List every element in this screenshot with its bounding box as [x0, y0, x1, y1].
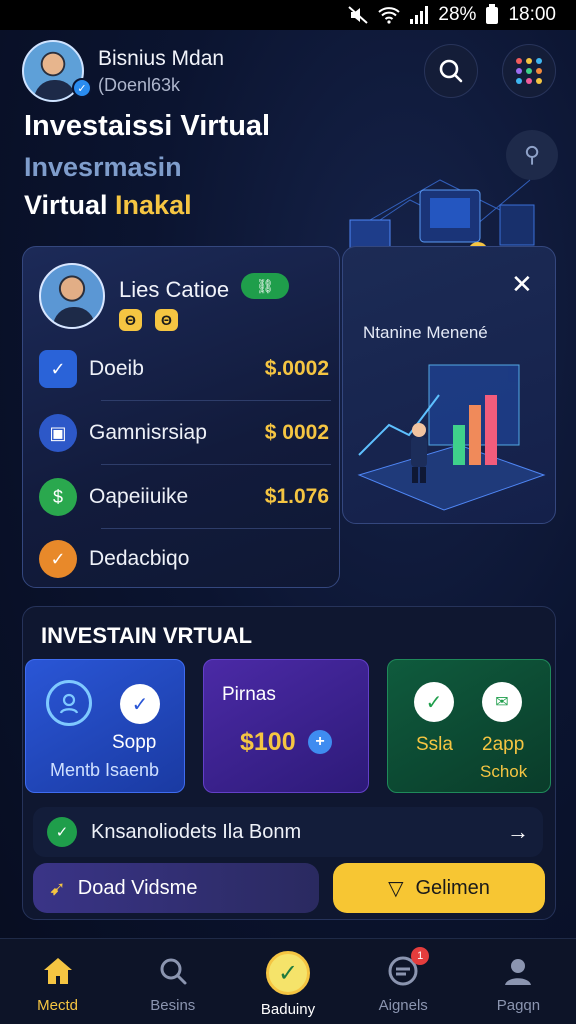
check-icon: ✓ — [47, 817, 77, 847]
divider — [101, 464, 331, 465]
mute-icon — [348, 6, 369, 24]
tile-support[interactable]: ✓ Sopp Mentb Isaenb — [25, 659, 185, 793]
stat-row[interactable]: ✓ Dedacbiqo — [39, 539, 329, 579]
profile-header[interactable]: ✓ Bisnius Mdan (Doenl63k — [22, 40, 224, 102]
section-title: INVESTAIN VRTUAL — [41, 623, 253, 648]
level-chip: Θ — [155, 309, 178, 331]
arrow-right-icon: → — [507, 819, 529, 844]
page-subtitle: Invesrmasin — [24, 152, 182, 182]
notification-badge: 1 — [411, 947, 430, 965]
rocket-icon: ➹ — [49, 877, 66, 900]
money-icon: $ — [39, 478, 77, 516]
avatar[interactable] — [39, 263, 105, 329]
illustration-title: Ntanine Menené — [363, 323, 488, 342]
close-icon[interactable]: ✕ — [511, 269, 533, 300]
stats-card-name: Lies Catioe — [119, 277, 230, 302]
divider — [101, 528, 331, 529]
nav-profile[interactable]: Pagqn — [461, 939, 576, 1024]
check-circle-icon: ✓ — [414, 682, 454, 722]
nav-home[interactable]: Mectd — [0, 939, 115, 1024]
mail-icon: ✉ — [482, 682, 522, 722]
home-icon — [38, 951, 78, 991]
status-bar: 28% 18:00 — [0, 0, 576, 30]
link-badge-icon: ⛓ — [241, 273, 289, 299]
divider — [101, 400, 331, 401]
search-icon — [153, 951, 193, 991]
check-circle-icon: ✓ — [266, 951, 310, 995]
apps-menu-button[interactable] — [502, 44, 556, 98]
tile-schedule[interactable]: ✓ ✉ Ssla 2app Schok — [387, 659, 551, 793]
nav-search[interactable]: Besins — [115, 939, 230, 1024]
nav-center[interactable]: ✓ Baduiny — [230, 939, 345, 1024]
shield-icon: ✓ — [39, 540, 77, 578]
signal-icon — [410, 6, 429, 24]
profile-handle: (Doenl63k — [98, 74, 181, 95]
stat-row[interactable]: $ Oapeiiuike $1.076 — [39, 477, 329, 517]
search-button[interactable] — [424, 44, 478, 98]
profile-stats-card: Lies Catioe ⛓ Θ Θ ✓ Doeib $.0002 ▣ Gamni… — [22, 246, 340, 588]
page-title: Investaissi Virtual — [24, 110, 271, 142]
load-video-button[interactable]: ➹ Doad Vidsme — [33, 863, 319, 913]
plus-icon[interactable]: + — [308, 730, 332, 754]
user-search-icon — [46, 680, 92, 726]
stat-row[interactable]: ▣ Gamnisrsiap $ 0002 — [39, 413, 329, 453]
chat-icon: 1 — [383, 947, 430, 991]
primary-action-button[interactable]: ▽ Gelimen — [333, 863, 545, 913]
investor-illustration — [357, 364, 546, 511]
info-row[interactable]: ✓ Knsanoliodets Ila Bonm → — [33, 807, 543, 857]
illustration-card: ✕ Ntanine Menené — [342, 246, 556, 524]
page-subtitle-2: Virtual Inakal — [24, 190, 192, 220]
profile-name: Bisnius Mdan — [98, 46, 225, 70]
check-icon: ✓ — [120, 684, 160, 724]
battery-percent: 28% — [438, 4, 477, 25]
tile-plans[interactable]: Pirnas $100 + — [203, 659, 369, 793]
bottom-nav: Mectd Besins ✓ Baduiny 1 Aignels Pagqn — [0, 938, 576, 1024]
grid-dots-icon — [516, 58, 542, 84]
verified-icon: ✓ — [72, 78, 92, 98]
search-icon — [439, 59, 463, 83]
stat-row[interactable]: ✓ Doeib $.0002 — [39, 349, 329, 389]
user-icon — [498, 951, 538, 991]
heart-icon: ▽ — [388, 877, 404, 900]
wallet-icon: ▣ — [39, 414, 77, 452]
battery-icon — [486, 3, 499, 24]
invest-section: INVESTAIN VRTUAL ✓ Sopp Mentb Isaenb Pir… — [22, 606, 556, 920]
nav-messages[interactable]: 1 Aignels — [346, 939, 461, 1024]
wifi-icon — [378, 6, 401, 24]
clock: 18:00 — [508, 4, 556, 25]
level-chip: Θ — [119, 309, 142, 331]
envelope-check-icon: ✓ — [39, 350, 77, 388]
